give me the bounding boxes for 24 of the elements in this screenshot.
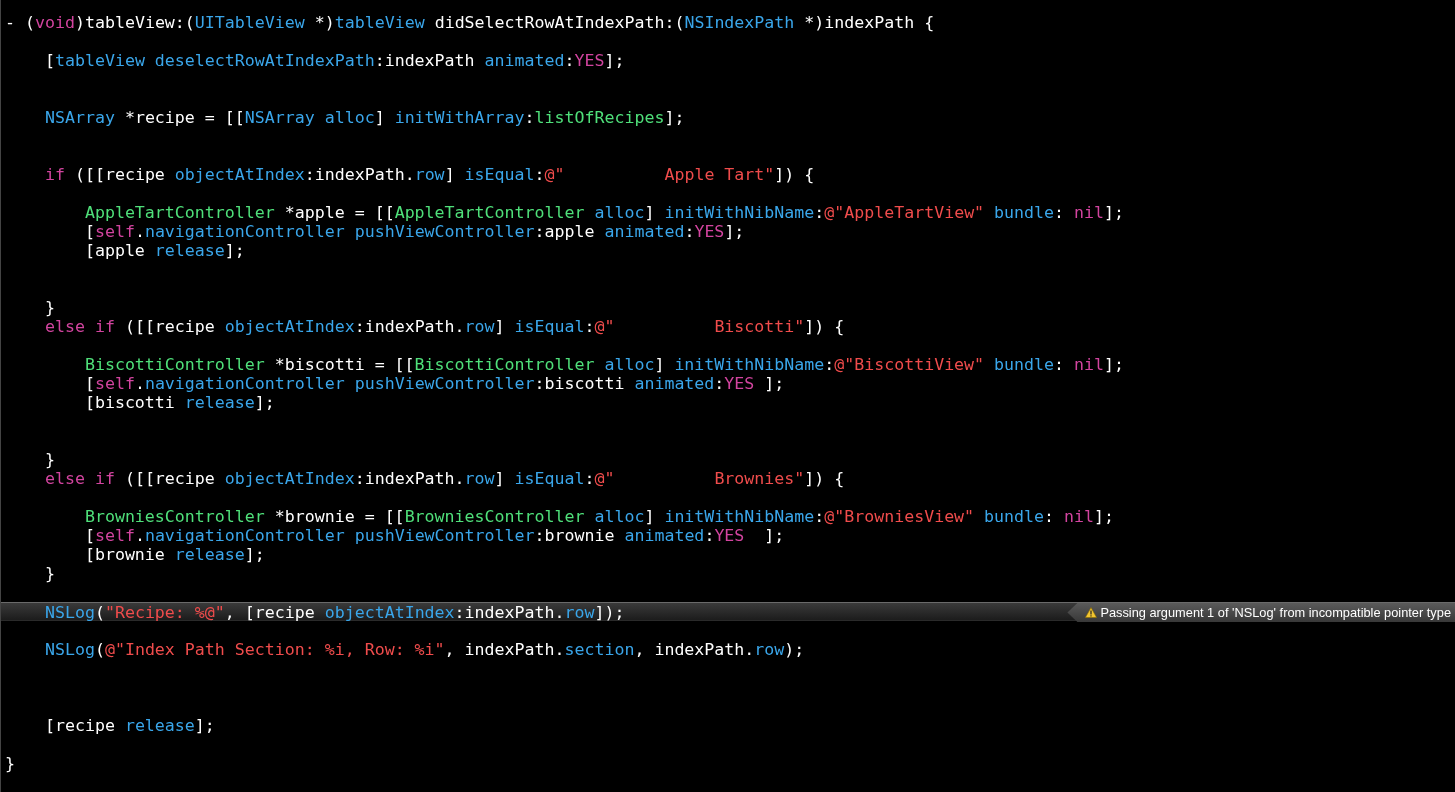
code-line: NSArray *recipe = [[NSArray alloc] initWithArray:listOfRecipes]; bbox=[43, 108, 685, 127]
code-line: else if ([[recipe objectAtIndex:indexPath.row] isEqual:@" Biscotti"]) { bbox=[43, 317, 845, 336]
code-line: } bbox=[43, 298, 55, 317]
code-line: } bbox=[43, 450, 55, 469]
code-line: [brownie release]; bbox=[83, 545, 265, 564]
code-line: [biscotti release]; bbox=[83, 393, 275, 412]
code-line: } bbox=[43, 564, 55, 583]
code-line: BiscottiController *biscotti = [[BiscottiController alloc] initWithNibName:@"BiscottiView" bundle: nil]; bbox=[83, 355, 1124, 374]
code-line: [recipe release]; bbox=[43, 716, 215, 735]
code-line: [tableView deselectRowAtIndexPath:indexPath animated:YES]; bbox=[43, 51, 625, 70]
code-line: [apple release]; bbox=[83, 241, 245, 260]
code-line: - (void)tableView:(UITableView *)tableView didSelectRowAtIndexPath:(NSIndexPath *)indexPath { bbox=[4, 13, 935, 32]
code-line: if ([[recipe objectAtIndex:indexPath.row] isEqual:@" Apple Tart"]) { bbox=[43, 165, 815, 184]
code-line: [self.navigationController pushViewController:apple animated:YES]; bbox=[83, 222, 745, 241]
warning-icon bbox=[1085, 607, 1098, 618]
code-line: BrowniesController *brownie = [[BrowniesController alloc] initWithNibName:@"BrowniesView" bundle: nil]; bbox=[83, 507, 1114, 526]
warning-message[interactable]: Passing argument 1 of 'NSLog' from incompatible pointer type bbox=[1067, 603, 1455, 622]
code-line: [self.navigationController pushViewController:brownie animated:YES ]; bbox=[83, 526, 785, 545]
code-line: } bbox=[4, 754, 15, 773]
code-line: NSLog("Recipe: %@", [recipe objectAtIndex:indexPath.row]); bbox=[43, 603, 625, 622]
code-line: [self.navigationController pushViewController:biscotti animated:YES ]; bbox=[83, 374, 785, 393]
code-line: AppleTartController *apple = [[AppleTartController alloc] initWithNibName:@"AppleTartView" bundle: nil]; bbox=[83, 203, 1124, 222]
code-line: else if ([[recipe objectAtIndex:indexPath.row] isEqual:@" Brownies"]) { bbox=[43, 469, 845, 488]
code-line: NSLog(@"Index Path Section: %i, Row: %i", indexPath.section, indexPath.row); bbox=[43, 640, 805, 659]
